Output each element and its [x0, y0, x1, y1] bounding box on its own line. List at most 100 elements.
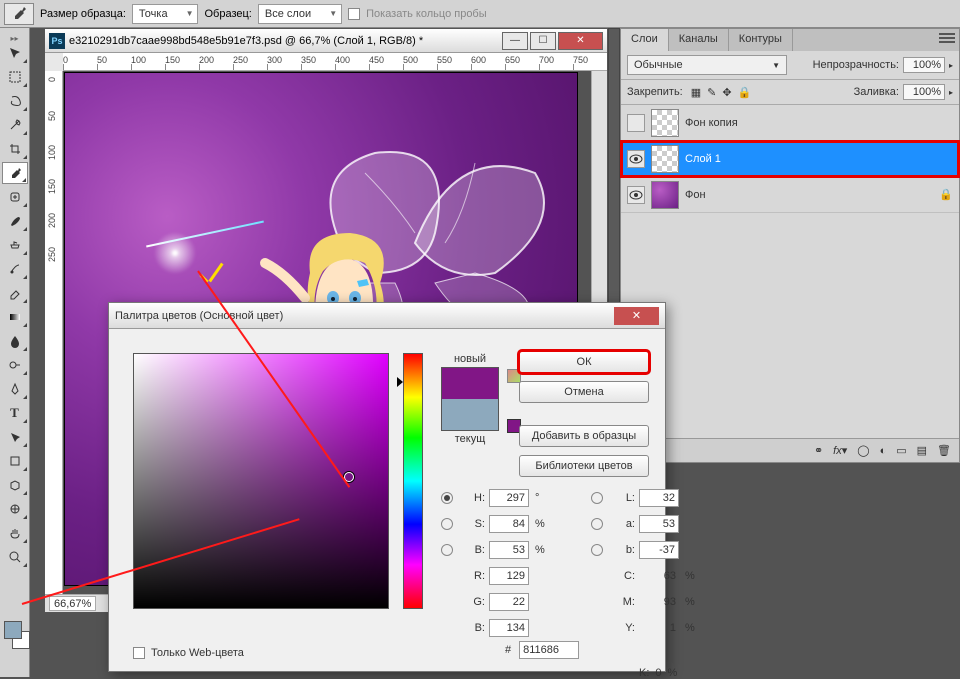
layer-thumbnail[interactable]	[651, 145, 679, 173]
fill-field[interactable]: 100%	[903, 84, 945, 100]
lock-label: Закрепить:	[627, 86, 683, 98]
color-libraries-button[interactable]: Библиотеки цветов	[519, 455, 649, 477]
layer-thumbnail[interactable]	[651, 109, 679, 137]
sat-input[interactable]	[489, 515, 529, 533]
cancel-button[interactable]: Отмена	[519, 381, 649, 403]
b-input[interactable]	[639, 541, 679, 559]
foreground-color-swatch[interactable]	[4, 621, 22, 639]
layer-thumbnail[interactable]	[651, 181, 679, 209]
history-brush-tool[interactable]	[2, 258, 28, 280]
group-icon[interactable]: ▭	[896, 444, 906, 457]
hue-slider[interactable]	[403, 353, 423, 609]
l-input[interactable]	[639, 489, 679, 507]
hex-label: #	[505, 644, 511, 656]
3d-tool[interactable]	[2, 474, 28, 496]
show-ring-label: Показать кольцо пробы	[366, 8, 487, 20]
type-tool[interactable]: T	[2, 402, 28, 424]
layer-name[interactable]: Фон	[685, 189, 706, 201]
pen-tool[interactable]	[2, 378, 28, 400]
saturation-value-field[interactable]	[133, 353, 389, 609]
lock-position-icon[interactable]: ✥	[722, 86, 731, 99]
layer-fx-icon[interactable]: fx▾	[833, 444, 847, 457]
visibility-toggle[interactable]	[627, 150, 645, 168]
marquee-tool[interactable]	[2, 66, 28, 88]
maximize-button[interactable]: ☐	[530, 32, 556, 50]
layer-row[interactable]: Слой 1	[621, 141, 959, 177]
color-preview[interactable]	[441, 367, 499, 431]
lock-all-icon[interactable]: 🔒	[738, 86, 752, 99]
shape-tool[interactable]	[2, 450, 28, 472]
brush-tool[interactable]	[2, 210, 28, 232]
gradient-tool[interactable]	[2, 306, 28, 328]
add-swatch-button[interactable]: Добавить в образцы	[519, 425, 649, 447]
layer-row[interactable]: Фон копия	[621, 105, 959, 141]
color-picker-titlebar[interactable]: Палитра цветов (Основной цвет) ✕	[109, 303, 665, 329]
blend-mode-select[interactable]: Обычные ▼	[627, 55, 787, 75]
visibility-toggle[interactable]	[627, 186, 645, 204]
vertical-ruler[interactable]: 050100 150200250	[45, 71, 63, 594]
move-tool[interactable]	[2, 42, 28, 64]
eraser-tool[interactable]	[2, 282, 28, 304]
dodge-tool[interactable]	[2, 354, 28, 376]
delete-layer-icon[interactable]: 🗑	[937, 444, 951, 457]
color-picker-dialog: Палитра цветов (Основной цвет) ✕ новый т…	[108, 302, 666, 672]
crop-tool[interactable]	[2, 138, 28, 160]
opacity-label: Непрозрачность:	[813, 59, 899, 71]
tab-layers[interactable]: Слои	[621, 29, 669, 51]
hue-pointer[interactable]	[397, 377, 403, 387]
opacity-field[interactable]: 100%	[903, 57, 945, 73]
sample-source-select[interactable]: Все слои ▼	[258, 4, 342, 24]
magic-wand-tool[interactable]	[2, 114, 28, 136]
layer-row[interactable]: Фон 🔒	[621, 177, 959, 213]
l-radio[interactable]	[591, 492, 603, 504]
sample-size-select[interactable]: Точка ▼	[132, 4, 199, 24]
blue-input[interactable]	[489, 619, 529, 637]
lock-icon: 🔒	[939, 188, 953, 201]
tab-paths[interactable]: Контуры	[729, 29, 793, 51]
healing-brush-tool[interactable]	[2, 186, 28, 208]
hand-tool[interactable]	[2, 522, 28, 544]
visibility-toggle[interactable]	[627, 114, 645, 132]
layer-name[interactable]: Фон копия	[685, 117, 738, 129]
a-input[interactable]	[639, 515, 679, 533]
web-only-checkbox[interactable]	[133, 647, 145, 659]
ok-button[interactable]: ОК	[519, 351, 649, 373]
hue-radio[interactable]	[441, 492, 453, 504]
zoom-level[interactable]: 66,67%	[49, 596, 96, 611]
panel-menu-icon[interactable]	[939, 31, 955, 45]
layer-mask-icon[interactable]: ◯	[857, 444, 869, 457]
lock-pixels-icon[interactable]: ✎	[707, 86, 716, 99]
bright-radio[interactable]	[441, 544, 453, 556]
bright-input[interactable]	[489, 541, 529, 559]
hex-input[interactable]	[519, 641, 579, 659]
b-radio[interactable]	[591, 544, 603, 556]
link-layers-icon[interactable]: ⚭	[814, 444, 823, 457]
clone-stamp-tool[interactable]	[2, 234, 28, 256]
chevron-icon[interactable]: ▸	[949, 88, 953, 97]
document-titlebar[interactable]: Ps e3210291db7caae998bd548e5b91e7f3.psd …	[45, 29, 607, 53]
hue-input[interactable]	[489, 489, 529, 507]
r-input[interactable]	[489, 567, 529, 585]
g-input[interactable]	[489, 593, 529, 611]
close-button[interactable]: ✕	[614, 307, 659, 325]
color-swatches[interactable]	[0, 621, 29, 661]
layer-name[interactable]: Слой 1	[685, 153, 721, 165]
adjustment-layer-icon[interactable]: ◐	[880, 445, 887, 457]
minimize-button[interactable]: —	[502, 32, 528, 50]
eyedropper-tool[interactable]	[2, 162, 28, 184]
show-ring-checkbox[interactable]	[348, 8, 360, 20]
3d-camera-tool[interactable]	[2, 498, 28, 520]
blend-mode-value: Обычные	[634, 59, 683, 71]
a-radio[interactable]	[591, 518, 603, 530]
sat-radio[interactable]	[441, 518, 453, 530]
lock-transparency-icon[interactable]: ▦	[691, 86, 701, 99]
new-layer-icon[interactable]: ▤	[917, 444, 927, 457]
chevron-icon[interactable]: ▸	[949, 61, 953, 70]
lasso-tool[interactable]	[2, 90, 28, 112]
path-select-tool[interactable]	[2, 426, 28, 448]
horizontal-ruler[interactable]: 0501001502002503003504004505005506006507…	[63, 53, 607, 71]
tab-channels[interactable]: Каналы	[669, 29, 729, 51]
blur-tool[interactable]	[2, 330, 28, 352]
zoom-tool[interactable]	[2, 546, 28, 568]
close-button[interactable]: ✕	[558, 32, 603, 50]
